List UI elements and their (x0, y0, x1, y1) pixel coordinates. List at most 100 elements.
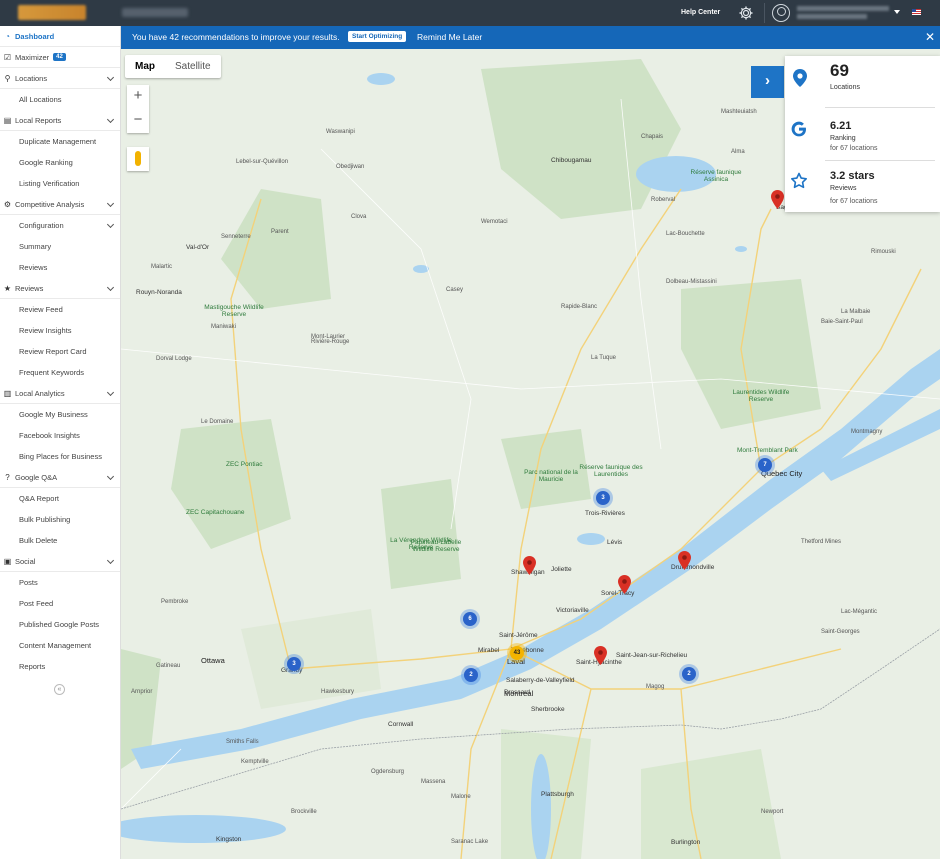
zoom-in-button[interactable]: + (127, 85, 149, 109)
close-banner-icon[interactable]: ✕ (925, 30, 935, 44)
sidebar-item-label: Dashboard (15, 31, 55, 41)
location-cluster-marker[interactable]: 6 (463, 612, 477, 626)
sidebar-item-label: Duplicate Management (19, 137, 97, 146)
user-avatar[interactable] (772, 4, 790, 22)
sidebar-item-q-a-report[interactable]: Q&A Report (0, 488, 120, 509)
street-view-pegman-icon[interactable] (127, 147, 149, 171)
sidebar-item-configuration[interactable]: Configuration (0, 215, 120, 236)
sidebar-item-review-insights[interactable]: Review Insights (0, 320, 120, 341)
gear-icon[interactable] (738, 5, 754, 21)
map-place-label: Rivière-Rouge (311, 339, 350, 345)
map-place-label: Arnprior (131, 689, 153, 695)
chevron-down-icon[interactable] (106, 73, 115, 82)
stat-ranking: 6.21 Ranking for 67 locations (785, 108, 940, 160)
start-optimizing-button[interactable]: Start Optimizing (348, 31, 407, 42)
map-place-label: Ottawa (201, 656, 225, 665)
sidebar-item-google-ranking[interactable]: Google Ranking (0, 152, 120, 173)
location-pin-marker[interactable] (594, 646, 607, 665)
map-place-label: Waswanipi (326, 129, 355, 135)
sidebar-item-google-my-business[interactable]: Google My Business (0, 404, 120, 425)
location-cluster-marker[interactable]: 7 (758, 458, 772, 472)
sidebar-item-label: Bulk Delete (19, 536, 58, 545)
chevron-down-icon[interactable] (106, 283, 115, 292)
location-pin-marker[interactable] (678, 551, 691, 570)
sidebar-item-competitive-analysis[interactable]: ⚙ Competitive Analysis (0, 194, 120, 215)
sidebar-item-local-reports[interactable]: ▤ Local Reports (0, 110, 120, 131)
sidebar-item-listing-verification[interactable]: Listing Verification (0, 173, 120, 194)
location-pin-marker[interactable] (771, 190, 784, 209)
sidebar-item-label: Google My Business (19, 410, 88, 419)
sidebar-item-bulk-publishing[interactable]: Bulk Publishing (0, 509, 120, 530)
map-place-label: Dolbeau-Mistassini (666, 279, 717, 285)
map-type-satellite-button[interactable]: Satellite (165, 55, 221, 78)
sidebar-item-summary[interactable]: Summary (0, 236, 120, 257)
sidebar-item-duplicate-management[interactable]: Duplicate Management (0, 131, 120, 152)
map-place-label: Plattsburgh (541, 791, 574, 798)
sidebar-item-reviews[interactable]: ★ Reviews (0, 278, 120, 299)
sidebar-item-google-q-a[interactable]: ? Google Q&A (0, 467, 120, 488)
map-place-label: Cornwall (388, 721, 414, 728)
chevron-down-icon[interactable] (106, 556, 115, 565)
ranking-subtext: for 67 locations (830, 145, 878, 152)
question-icon: ? (5, 472, 10, 482)
expand-panel-button[interactable]: › (751, 66, 784, 98)
sidebar-item-social[interactable]: ▣ Social (0, 551, 120, 572)
locations-map[interactable]: Map Satellite + − Chibougamau Réserve fau… (121, 49, 940, 859)
sidebar-item-post-feed[interactable]: Post Feed (0, 593, 120, 614)
us-flag-icon[interactable] (912, 9, 921, 15)
location-cluster-marker[interactable]: 43 (510, 646, 524, 660)
map-place-label: Le Domaine (201, 419, 234, 425)
sidebar-item-review-feed[interactable]: Review Feed (0, 299, 120, 320)
chevron-down-icon[interactable] (106, 199, 115, 208)
map-place-label: Smiths Falls (226, 739, 259, 745)
map-place-label: Réserve faunique Assinica (690, 169, 742, 183)
location-pin-marker[interactable] (618, 575, 631, 594)
sidebar-item-label: Review Feed (19, 305, 63, 314)
sidebar-item-reports[interactable]: Reports (0, 656, 120, 677)
user-menu-caret-icon[interactable] (894, 10, 900, 14)
location-cluster-marker[interactable]: 3 (287, 657, 301, 671)
chevron-down-icon[interactable] (106, 472, 115, 481)
map-place-label: Saranac Lake (451, 839, 489, 845)
sidebar-item-label: Locations (15, 73, 48, 83)
map-place-label: Maniwaki (211, 324, 237, 330)
location-cluster-marker[interactable]: 3 (596, 491, 610, 505)
map-place-label: Victoriaville (556, 607, 589, 614)
sidebar-item-dashboard[interactable]: ◔ Dashboard (0, 26, 120, 47)
location-pin-marker[interactable] (523, 556, 536, 575)
sidebar-item-label: Published Google Posts (19, 620, 100, 629)
brand-logo[interactable] (18, 5, 86, 20)
chevron-down-icon[interactable] (106, 388, 115, 397)
location-pin-icon (793, 69, 807, 87)
chevron-down-icon[interactable] (106, 220, 115, 229)
sidebar-item-locations[interactable]: ⚲ Locations (0, 68, 120, 89)
sidebar-item-facebook-insights[interactable]: Facebook Insights (0, 425, 120, 446)
sidebar-item-maximizer[interactable]: ☑ Maximizer 42 (0, 47, 120, 68)
location-cluster-marker[interactable]: 2 (682, 667, 696, 681)
sidebar-item-review-report-card[interactable]: Review Report Card (0, 341, 120, 362)
collapse-sidebar-button[interactable]: « (54, 684, 65, 695)
sidebar-item-published-google-posts[interactable]: Published Google Posts (0, 614, 120, 635)
remind-me-later-link[interactable]: Remind Me Later (417, 32, 482, 42)
sidebar-item-bulk-delete[interactable]: Bulk Delete (0, 530, 120, 551)
stat-reviews: 3.2 stars Reviews for 67 locations (785, 161, 940, 212)
dashboard-icon: ◔ (5, 31, 10, 41)
map-place-label: Gatineau (156, 663, 181, 669)
chevron-down-icon[interactable] (106, 115, 115, 124)
map-place-label: Lévis (607, 539, 623, 546)
sidebar-item-bing-places-for-business[interactable]: Bing Places for Business (0, 446, 120, 467)
help-center-link[interactable]: Help Center (681, 9, 720, 16)
zoom-out-button[interactable]: − (127, 109, 149, 133)
map-place-label: Trois-Rivières (585, 510, 625, 517)
sidebar-item-content-management[interactable]: Content Management (0, 635, 120, 656)
map-place-label: Rimouski (871, 249, 896, 255)
sidebar-item-local-analytics[interactable]: ▥ Local Analytics (0, 383, 120, 404)
sidebar-item-label: Reviews (19, 263, 48, 272)
sidebar-item-reviews[interactable]: Reviews (0, 257, 120, 278)
sidebar-item-frequent-keywords[interactable]: Frequent Keywords (0, 362, 120, 383)
map-type-map-button[interactable]: Map (125, 55, 165, 78)
sidebar-item-label: Google Ranking (19, 158, 73, 167)
location-cluster-marker[interactable]: 2 (464, 668, 478, 682)
sidebar-item-posts[interactable]: Posts (0, 572, 120, 593)
sidebar-item-all-locations[interactable]: All Locations (0, 89, 120, 110)
